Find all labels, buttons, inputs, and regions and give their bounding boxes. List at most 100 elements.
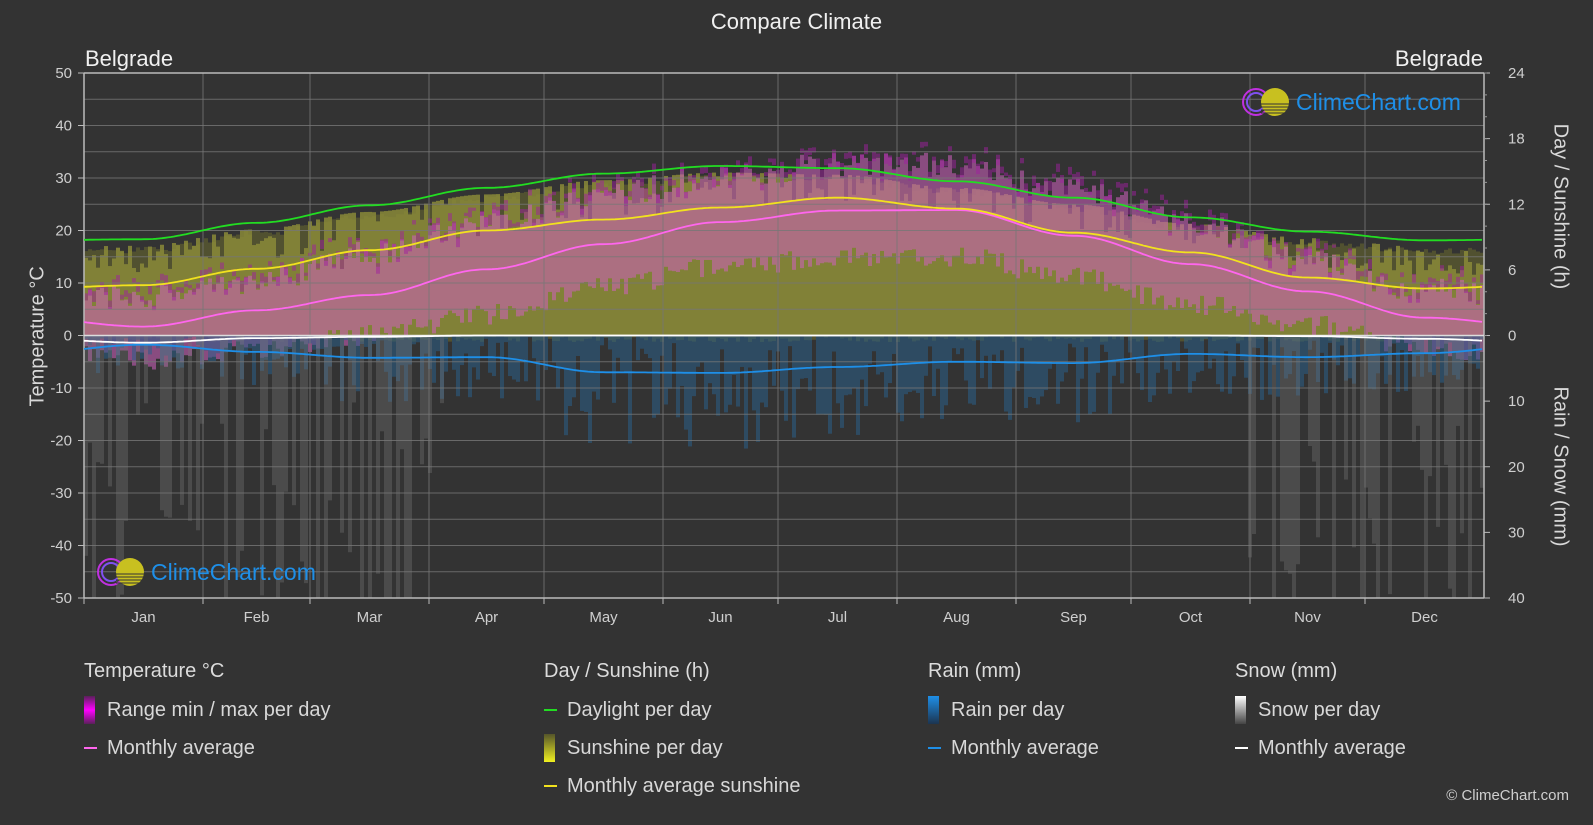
temperature-range-top [760,182,764,191]
temperature-range-top [716,180,720,186]
rain-bar [760,335,764,403]
temperature-range-top [1360,271,1364,277]
temperature-range-top [1076,172,1080,182]
snow-bar [1280,335,1284,562]
snow-bar [144,335,148,404]
temperature-range-top [596,182,600,193]
temperature-range-top [772,158,776,165]
rain-bar [1032,335,1036,399]
legend-sunshine: Day / Sunshine (h) Daylight per day Suns… [544,660,800,812]
rain-bar [472,335,476,368]
left-tick-label: -40 [50,538,72,555]
rain-bar [880,335,884,373]
rain-bar [1324,335,1328,394]
rain-bar [1304,335,1308,374]
legend-item-sunshine-avg: Monthly average sunshine [544,774,800,798]
temperature-range-bar [788,180,792,252]
temperature-range-bar [1412,287,1416,342]
temperature-range-top [948,146,952,152]
temperature-range-top [1160,194,1164,201]
legend-label: Daylight per day [567,698,712,721]
rain-swatch-icon [928,696,939,724]
left-tick-label: -20 [50,433,72,450]
rain-bar [1156,335,1160,373]
rain-bar [772,335,776,386]
temperature-range-top [484,217,488,228]
temperature-range-top [1340,268,1344,274]
snow-bar [404,335,408,598]
temperature-range-bar [344,256,348,346]
temperature-range-bar [792,172,796,270]
rain-bar [1020,335,1024,348]
temperature-range-top [412,220,416,225]
rain-bar [1004,335,1008,412]
temperature-range-top [384,238,388,244]
rain-bar [1232,335,1236,377]
legend-label: Monthly average [951,736,1099,759]
temperature-range-bar [616,184,620,289]
rain-bar [432,335,436,383]
rain-bar [748,335,752,368]
temperature-range-bar [1244,239,1248,310]
temperature-range-top [468,207,472,218]
rain-bar [1184,335,1188,349]
temperature-range-top [1264,255,1268,261]
temperature-range-bar [1188,223,1192,308]
temperature-range-bar [424,246,428,327]
right-top-tick-label: 24 [1508,65,1525,82]
rain-bar [1052,335,1056,362]
temperature-range-bar [1104,196,1108,292]
temperature-range-bar [468,222,472,323]
rain-bar [1100,335,1104,345]
rain-bar [680,335,684,386]
snow-bar [304,335,308,584]
rain-bar [508,335,512,377]
temperature-range-top [148,285,152,295]
chart-title: Compare Climate [710,9,883,34]
rain-bar [788,335,792,347]
rain-bar [560,335,564,369]
city-label-right: Belgrade [1394,46,1483,71]
temperature-range-top [1288,268,1292,276]
rain-bar [820,335,824,415]
temperature-range-bar [1168,232,1172,306]
temperature-range-bar [960,175,964,248]
rain-bar [252,335,256,385]
snow-bar [1372,335,1376,544]
temperature-range-top [1396,287,1400,297]
temperature-range-bar [1312,263,1316,336]
rain-bar [752,335,756,411]
x-tick-label-sep: Sep [1060,609,1087,626]
rain-bar [780,335,784,391]
temperature-range-top [1272,238,1276,248]
rain-bar [1268,335,1272,395]
temperature-range-top [92,291,96,302]
temperature-range-bar [380,240,384,328]
temperature-range-bar [936,174,940,258]
temperature-range-top [160,273,164,281]
temperature-range-top [1020,157,1024,164]
temperature-range-bar [528,204,532,307]
legend-label: Monthly average [1258,736,1406,759]
rain-bar [1132,335,1136,360]
temperature-range-top [136,282,140,292]
temperature-range-top [284,265,288,276]
temperature-range-top [252,272,256,280]
temperature-range-top [1200,224,1204,236]
temperature-range-top [816,158,820,168]
temperature-range-bar [1076,178,1080,268]
snow-bar [1296,335,1300,565]
temperature-range-top [264,276,268,284]
right-bottom-tick-label: 40 [1508,590,1525,607]
daylight-line-icon [544,709,557,711]
temperature-range-bar [1356,281,1360,329]
rain-bar [624,335,628,372]
temperature-range-top [924,141,928,147]
snow-bar [220,335,224,424]
temperature-range-top [1476,300,1480,304]
rain-bar [720,335,724,350]
temperature-range-bar [492,209,496,317]
temperature-range-bar [1400,283,1404,337]
rain-bar [1092,335,1096,412]
temperature-range-bar [568,192,572,298]
